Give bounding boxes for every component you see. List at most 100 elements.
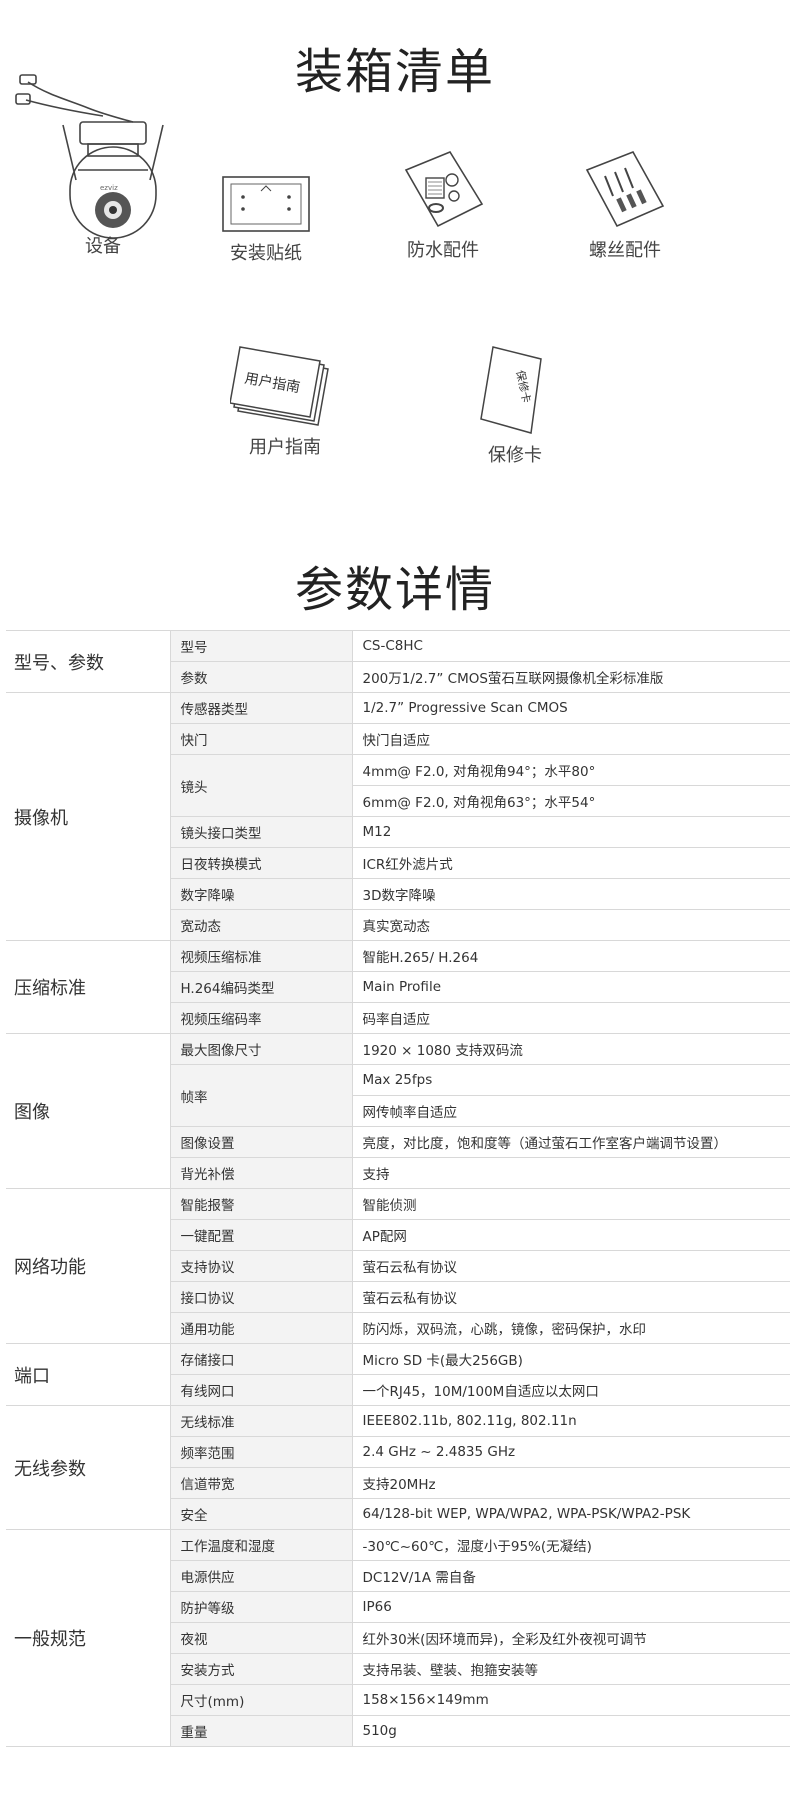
spec-value: 快门自适应 <box>352 723 790 755</box>
spec-row: 网络功能 智能报警 智能侦测 <box>6 1188 790 1344</box>
spec-key: 图像设置 <box>169 1126 353 1158</box>
spec-value: 支持20MHz <box>352 1467 790 1499</box>
spec-row: 一般规范 工作温度和湿度 -30℃~60℃，湿度小于95%(无凝结) <box>6 1529 790 1747</box>
spec-value: 3D数字降噪 <box>352 878 790 910</box>
packing-item-card: 保修卡 保修卡 <box>460 345 570 467</box>
spec-value: IP66 <box>352 1591 790 1623</box>
spec-value: 防闪烁，双码流，心跳，镜像，密码保护，水印 <box>352 1312 790 1344</box>
spec-key: 智能报警 <box>169 1188 353 1220</box>
spec-key: 频率范围 <box>169 1436 353 1468</box>
spec-value: 萤石云私有协议 <box>352 1281 790 1313</box>
spec-group-name: 摄像机 <box>6 692 170 941</box>
packing-label-card: 保修卡 <box>488 445 542 466</box>
spec-key: 存储接口 <box>169 1343 353 1375</box>
packing-item-sticker: 安装贴纸 <box>206 175 326 265</box>
spec-key: H.264编码类型 <box>169 971 353 1003</box>
spec-value: 网传帧率自适应 <box>352 1095 790 1127</box>
spec-table: 型号、参数 型号 CS-C8HC 参数 200万1/2.7” CMOS萤石互联网摄像机全… <box>6 630 790 1747</box>
spec-key: 快门 <box>169 723 353 755</box>
spec-key: 通用功能 <box>169 1312 353 1344</box>
spec-key: 参数 <box>169 661 353 693</box>
spec-value: 码率自适应 <box>352 1002 790 1034</box>
spec-key: 电源供应 <box>169 1560 353 1592</box>
packing-label-device: 设备 <box>85 236 121 257</box>
spec-value: Micro SD 卡(最大256GB) <box>352 1343 790 1375</box>
spec-group-name: 网络功能 <box>6 1188 170 1344</box>
spec-value: 支持 <box>352 1157 790 1189</box>
spec-key: 无线标准 <box>169 1405 353 1437</box>
spec-value: DC12V/1A 需自备 <box>352 1560 790 1592</box>
spec-key: 视频压缩标准 <box>169 940 353 972</box>
spec-value: 510g <box>352 1715 790 1747</box>
spec-value: 158×156×149mm <box>352 1684 790 1716</box>
packing-label-guide: 用户指南 <box>249 437 321 458</box>
guide-icon: 用户指南 <box>230 346 329 426</box>
spec-key: 背光补偿 <box>169 1157 353 1189</box>
waterproof-kit-icon <box>404 151 484 228</box>
spec-key: 数字降噪 <box>169 878 353 910</box>
spec-value: 亮度，对比度，饱和度等（通过萤石工作室客户端调节设置） <box>352 1126 790 1158</box>
spec-group-name: 图像 <box>6 1033 170 1189</box>
spec-value: IEEE802.11b, 802.11g, 802.11n <box>352 1405 790 1437</box>
spec-key: 安全 <box>169 1498 353 1530</box>
spec-key: 镜头接口类型 <box>169 816 353 848</box>
spec-key: 接口协议 <box>169 1281 353 1313</box>
spec-group-name: 压缩标准 <box>6 940 170 1034</box>
spec-row: 无线参数 无线标准 IEEE802.11b, 802.11g, 802.11n <box>6 1405 790 1530</box>
params-title: 参数详情 <box>294 562 495 618</box>
screw-kit-icon <box>585 151 665 228</box>
spec-key: 型号 <box>169 630 353 662</box>
spec-row: 摄像机 传感器类型 1/2.7” Progressive Scan CMOS <box>6 692 790 941</box>
spec-value: CS-C8HC <box>352 630 790 662</box>
spec-value: 64/128-bit WEP, WPA/WPA2, WPA-PSK/WPA2-P… <box>352 1498 790 1530</box>
spec-value: 1/2.7” Progressive Scan CMOS <box>352 692 790 724</box>
spec-row: 端口 存储接口 Micro SD 卡(最大256GB) <box>6 1343 790 1406</box>
spec-key: 最大图像尺寸 <box>169 1033 353 1065</box>
spec-key: 一键配置 <box>169 1219 353 1251</box>
spec-value: 200万1/2.7” CMOS萤石互联网摄像机全彩标准版 <box>352 661 790 693</box>
sticker-icon <box>222 176 310 232</box>
spec-key: 工作温度和湿度 <box>169 1529 353 1561</box>
spec-value: 支持吊装、壁装、抱箍安装等 <box>352 1653 790 1685</box>
spec-value: ICR红外滤片式 <box>352 847 790 879</box>
spec-value: -30℃~60℃，湿度小于95%(无凝结) <box>352 1529 790 1561</box>
spec-value: 智能侦测 <box>352 1188 790 1220</box>
spec-group-name: 一般规范 <box>6 1529 170 1747</box>
spec-key: 夜视 <box>169 1622 353 1654</box>
spec-key: 传感器类型 <box>169 692 353 724</box>
spec-key: 帧率 <box>169 1064 353 1127</box>
packing-item-guide: 用户指南 用户指南 <box>220 345 350 459</box>
spec-value: 萤石云私有协议 <box>352 1250 790 1282</box>
spec-key: 重量 <box>169 1715 353 1747</box>
camera-icon: ezviz <box>15 74 164 239</box>
spec-group-name: 端口 <box>6 1343 170 1406</box>
spec-row: 图像 最大图像尺寸 1920 × 1080 支持双码流 <box>6 1033 790 1189</box>
spec-group-name: 无线参数 <box>6 1405 170 1530</box>
spec-value: Max 25fps <box>352 1064 790 1096</box>
spec-value: 1920 × 1080 支持双码流 <box>352 1033 790 1065</box>
spec-key: 日夜转换模式 <box>169 847 353 879</box>
spec-value: 6mm@ F2.0, 对角视角63°；水平54° <box>352 785 790 817</box>
packing-item-screws: 螺丝配件 <box>570 150 680 262</box>
packing-item-device: ezviz 设备 <box>8 70 198 258</box>
spec-value: 2.4 GHz ~ 2.4835 GHz <box>352 1436 790 1468</box>
spec-key: 安装方式 <box>169 1653 353 1685</box>
spec-value: 红外30米(因环境而异)，全彩及红外夜视可调节 <box>352 1622 790 1654</box>
spec-value: AP配网 <box>352 1219 790 1251</box>
brand-mark: ezviz <box>100 184 118 192</box>
spec-key: 防护等级 <box>169 1591 353 1623</box>
packing-label-screws: 螺丝配件 <box>589 240 661 261</box>
packing-label-waterproof: 防水配件 <box>407 240 479 261</box>
spec-value: M12 <box>352 816 790 848</box>
spec-key: 信道带宽 <box>169 1467 353 1499</box>
warranty-card-icon: 保修卡 <box>480 346 542 434</box>
packing-item-waterproof: 防水配件 <box>388 150 498 262</box>
spec-key: 尺寸(mm) <box>169 1684 353 1716</box>
spec-value: Main Profile <box>352 971 790 1003</box>
packing-label-sticker: 安装贴纸 <box>230 243 302 264</box>
spec-key: 镜头 <box>169 754 353 817</box>
spec-value: 真实宽动态 <box>352 909 790 941</box>
spec-key: 支持协议 <box>169 1250 353 1282</box>
spec-value: 一个RJ45，10M/100M自适应以太网口 <box>352 1374 790 1406</box>
spec-value: 智能H.265/ H.264 <box>352 940 790 972</box>
